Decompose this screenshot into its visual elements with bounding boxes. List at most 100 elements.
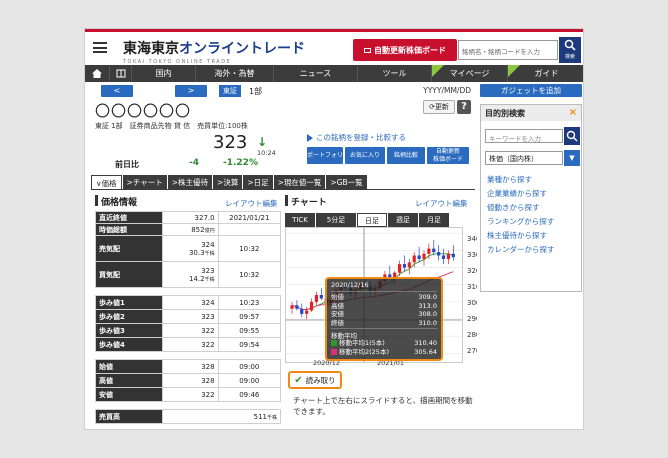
table-gap [96, 402, 281, 410]
candle-body [407, 262, 411, 268]
row-label: 買気配 [95, 261, 163, 288]
register-compare-link[interactable]: この銘柄を登録・比較する [307, 132, 406, 143]
tab-current-list[interactable]: >現在値一覧 [273, 175, 326, 190]
candle-body [300, 308, 304, 314]
value-sub: 14.2 [188, 274, 205, 283]
candle-body [432, 248, 436, 253]
tab-kessan[interactable]: >決算 [213, 175, 243, 190]
row-value: 328 [161, 373, 219, 388]
price-change: -4 [189, 158, 199, 168]
chart-tab-tick[interactable]: TICK [285, 213, 315, 227]
help-button[interactable]: ? [457, 100, 471, 114]
table-row: 高値 328 09:00 [95, 373, 282, 388]
value-unit: 千株 [204, 276, 215, 283]
read-toggle-button[interactable]: ✔ 読み取り [288, 371, 342, 389]
portfolio-button[interactable]: ポートフォリオ [307, 147, 343, 176]
nav-news-label: ニュース [299, 69, 332, 78]
nav-mypage[interactable]: マイページ [431, 65, 507, 82]
logo[interactable]: 東海東京オンライントレード TOKAI TOKYO ONLINE TRADE [123, 38, 305, 65]
chart-tab-weekly[interactable]: 週足 [388, 213, 418, 227]
ma1-swatch [331, 340, 337, 346]
stock-search-input[interactable]: 銘柄名・銘柄コードを入力 [458, 40, 558, 60]
ma-name: 移動平均1(5本) [339, 339, 385, 347]
nav-book[interactable] [109, 65, 131, 82]
search-label: 検索 [564, 54, 575, 60]
close-icon[interactable]: × [569, 107, 577, 118]
tab-chart[interactable]: >チャート [122, 175, 167, 190]
link-performance[interactable]: 企業業績から探す [487, 187, 555, 201]
refresh-label: 更新 [434, 103, 449, 111]
chevron-down-icon[interactable]: ▼ [564, 150, 580, 166]
tooltip-key: 終値 [331, 318, 344, 327]
chart-layout-link[interactable]: レイアウト編集 [415, 198, 468, 209]
down-arrow-icon: ↓ [257, 135, 268, 149]
nav-foreign[interactable]: 海外・為替 [195, 65, 273, 82]
nav-home[interactable] [85, 65, 109, 82]
main-nav: 国内 海外・為替 ニュース ツール マイページ ガイド [85, 65, 583, 82]
tab-price[interactable]: ∨価格 [91, 175, 122, 190]
date-label: YYYY/MM/DD [423, 86, 471, 95]
auto-update-board-button[interactable]: 自動更新株価ボード [353, 39, 457, 61]
category-select[interactable]: 株価（国内株） [485, 151, 563, 165]
chart-tab-daily[interactable]: 日足 [357, 213, 387, 227]
link-calendar[interactable]: カレンダーから探す [487, 243, 555, 257]
book-icon [116, 69, 125, 78]
refresh-button[interactable]: ⟳更新 [423, 100, 455, 114]
app-frame: 東海東京オンライントレード TOKAI TOKYO ONLINE TRADE 自… [84, 28, 584, 430]
tooltip-key: 始値 [331, 293, 344, 301]
ma-value: 310.40 [414, 339, 437, 347]
tab-daily[interactable]: >日足 [243, 175, 273, 190]
search-icon [564, 39, 576, 51]
tab-gb-list[interactable]: >GB一覧 [326, 175, 367, 190]
nav-domestic[interactable]: 国内 [131, 65, 195, 82]
candle-body [446, 253, 451, 259]
keyword-input[interactable]: キーワードを入力 [485, 129, 563, 143]
nav-tools[interactable]: ツール [357, 65, 431, 82]
table-row: 買気配 323 14.2千株 10:32 [95, 261, 282, 288]
auto-board-button[interactable]: 自動更新 株価ボード [427, 147, 469, 164]
nav-tools-label: ツール [382, 69, 407, 78]
search-button[interactable]: 検索 [559, 37, 581, 63]
link-ranking[interactable]: ランキングから探す [487, 215, 555, 229]
ma2-swatch [331, 348, 337, 355]
purpose-search-box: 目的別検索 × キーワードを入力 株価（国内株） ▼ 業種から探す 企業業績から… [480, 104, 582, 292]
tooltip-value: 309.0 [418, 293, 437, 301]
window-icon [364, 47, 371, 53]
candle-body [290, 305, 294, 309]
row-extra [217, 223, 282, 236]
price-layout-link[interactable]: レイアウト編集 [225, 198, 278, 209]
row-extra: 09:00 [217, 359, 282, 374]
table-row: 売買高 511千株 [95, 409, 282, 424]
value-unit: 億円 [204, 227, 215, 234]
chart-tab-5min[interactable]: 5分足 [316, 213, 356, 227]
chart-tab-monthly[interactable]: 月足 [419, 213, 449, 227]
nav-guide[interactable]: ガイド [507, 65, 583, 82]
link-industry[interactable]: 業種から探す [487, 173, 555, 187]
row-value: 323 [161, 309, 219, 324]
row-label: 時価総額 [95, 223, 163, 236]
detail-tabs: ∨価格 >チャート >株主優待 >決算 >日足 >現在値一覧 >GB一覧 [91, 175, 367, 190]
row-value: 322 [161, 337, 219, 352]
row-extra: 10:32 [217, 261, 282, 288]
row-label: 歩み値1 [95, 295, 163, 310]
menu-icon[interactable] [93, 42, 107, 53]
logo-main-b: オンライントレード [179, 41, 305, 57]
link-price-move[interactable]: 値動きから探す [487, 201, 555, 215]
favorite-button[interactable]: お気に入り [345, 147, 385, 164]
link-yutai[interactable]: 株主優待から探す [487, 229, 555, 243]
candle-body [305, 310, 309, 314]
prev-stock-button[interactable]: < [101, 85, 133, 97]
tooltip-date: 2020/12/16 [331, 281, 369, 289]
add-gadget-button[interactable]: ガジェットを追加 [480, 84, 582, 97]
new-badge [432, 65, 444, 77]
next-stock-button[interactable]: > [175, 85, 207, 97]
nav-news[interactable]: ニュース [273, 65, 357, 82]
table-row: 始値 328 09:00 [95, 359, 282, 374]
value-text: 852 [191, 225, 205, 234]
compare-button[interactable]: 銘柄比較 [387, 147, 425, 164]
tabs-divider [91, 189, 475, 190]
keyword-search-button[interactable] [564, 127, 580, 145]
nav-mypage-label: マイページ [449, 69, 490, 78]
triangle-right-icon [307, 134, 313, 142]
tab-yutai[interactable]: >株主優待 [167, 175, 213, 190]
